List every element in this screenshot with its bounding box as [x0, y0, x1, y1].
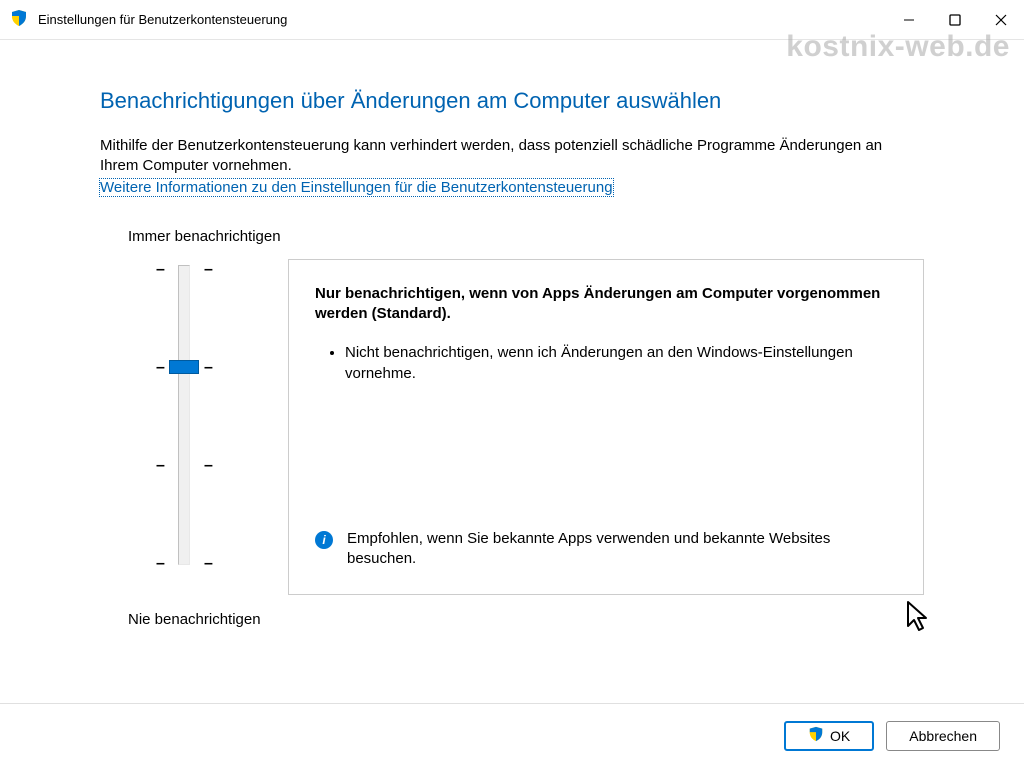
page-heading: Benachrichtigungen über Änderungen am Co… [100, 88, 924, 114]
panel-title: Nur benachrichtigen, wenn von Apps Änder… [315, 284, 897, 325]
slider-top-label: Immer benachrichtigen [128, 228, 924, 245]
help-link[interactable]: Weitere Informationen zu den Einstellung… [100, 179, 613, 196]
description-text: Mithilfe der Benutzerkontensteuerung kan… [100, 136, 924, 177]
info-icon: i [315, 531, 333, 549]
slider-thumb[interactable] [169, 360, 199, 374]
slider-area: Immer benachrichtigen –– –– –– –– Nur be… [100, 228, 924, 628]
slider-tick: –– [156, 555, 212, 573]
panel-bullet: Nicht benachrichtigen, wenn ich Änderung… [345, 342, 897, 384]
cancel-button[interactable]: Abbrechen [886, 721, 1000, 751]
footer: OK Abbrechen [0, 703, 1024, 767]
cancel-button-label: Abbrechen [909, 728, 977, 744]
slider-control[interactable]: –– –– –– –– [128, 259, 288, 595]
window-controls [886, 0, 1024, 39]
slider-track [178, 265, 190, 565]
slider-tick: –– [156, 457, 212, 475]
panel-bullets: Nicht benachrichtigen, wenn ich Änderung… [315, 342, 897, 394]
slider-bottom-label: Nie benachrichtigen [128, 611, 924, 628]
uac-shield-icon [808, 726, 824, 745]
slider-tick: –– [156, 261, 212, 279]
titlebar: Einstellungen für Benutzerkontensteuerun… [0, 0, 1024, 40]
description-panel: Nur benachrichtigen, wenn von Apps Änder… [288, 259, 924, 595]
ok-button[interactable]: OK [784, 721, 874, 751]
uac-shield-icon [10, 9, 28, 30]
recommendation-text: Empfohlen, wenn Sie bekannte Apps verwen… [347, 529, 897, 570]
window-title: Einstellungen für Benutzerkontensteuerun… [38, 12, 886, 27]
recommendation-row: i Empfohlen, wenn Sie bekannte Apps verw… [315, 529, 897, 570]
content-area: Benachrichtigungen über Änderungen am Co… [0, 40, 1024, 628]
ok-button-label: OK [830, 728, 850, 744]
maximize-button[interactable] [932, 0, 978, 39]
minimize-button[interactable] [886, 0, 932, 39]
close-button[interactable] [978, 0, 1024, 39]
